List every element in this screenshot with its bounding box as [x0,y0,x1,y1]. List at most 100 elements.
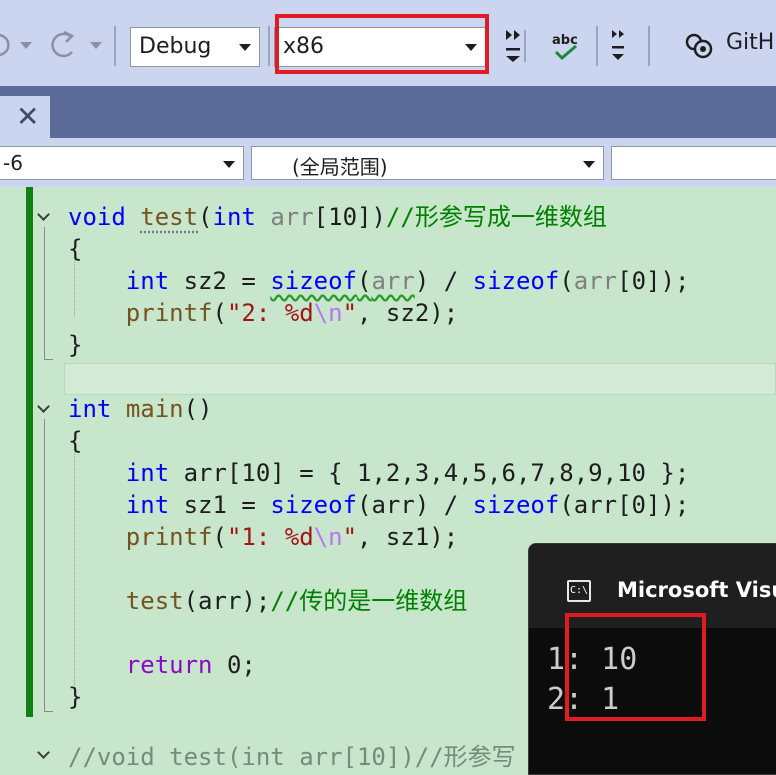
chevron-down-icon [223,161,235,168]
step-over-icon[interactable] [502,26,526,66]
keyword: int [125,459,170,487]
keyword: void [68,203,126,231]
code-text: , sz2); [357,299,459,327]
code-text: , sz1); [357,523,459,551]
keyword: sizeof [472,267,560,295]
project-value: -6 [3,151,23,175]
project-dropdown[interactable]: -6 [0,146,244,180]
fold-collapse-icon[interactable] [37,401,51,415]
output-highlight-box [565,613,706,721]
code-text: sz2 = [169,267,271,295]
keyword: return [125,651,213,679]
navigation-bar: -6 (全局范围) [0,138,776,187]
redo-dropdown-icon[interactable] [90,42,102,50]
keyword: int [68,395,112,423]
function-name: main [125,395,184,423]
toolbar-separator [648,26,650,66]
code-text: ) / [414,267,473,295]
console-title: Microsoft Visu [617,578,776,602]
code-line: test(arr);//传的是一维数组 [68,585,467,617]
fold-line [44,419,45,711]
keyword: int [212,203,256,231]
current-line-highlight [64,363,776,395]
github-label[interactable]: GitH [726,30,774,55]
keyword: sizeof [472,491,560,519]
code-line: int main() [68,393,213,425]
code-text: ( [212,299,227,327]
code-text: { [68,427,83,455]
escape-sequence: \n [313,523,343,551]
code-line: int sz1 = sizeof(arr) / sizeof(arr[0]); [68,489,690,521]
string-literal: "2: %d [226,299,314,327]
code-text: arr [198,587,242,615]
keyword: sizeof [270,491,358,519]
code-text: 0; [212,651,256,679]
code-line: } [68,329,82,361]
code-line: printf("1: %d\n", sz1); [68,521,458,553]
toolbar-separator [268,26,270,66]
code-line: printf("2: %d\n", sz2); [68,297,458,329]
code-text: ); [241,587,271,615]
code-line: { [68,425,82,457]
string-literal: " [342,523,358,551]
terminal-icon: C:\ [567,580,591,602]
code-line: { [68,233,82,265]
keyword: int [125,267,170,295]
close-icon[interactable]: ✕ [16,100,39,133]
configuration-dropdown[interactable]: Debug [130,27,260,67]
github-copilot-icon[interactable] [684,32,714,60]
code-text: (arr[0]); [559,491,690,519]
member-dropdown[interactable] [611,146,776,180]
fold-collapse-icon[interactable] [37,209,51,223]
toolbar-overflow-icon[interactable] [610,28,628,68]
code-text: sz1 = [169,491,271,519]
toolbar: Debug x86 abc GitH [0,0,776,86]
function-name: test [125,587,184,615]
fold-line [44,227,45,359]
escape-sequence: \n [313,299,343,327]
fold-end [44,359,53,360]
code-text: ( [183,587,199,615]
document-tab[interactable]: ✕ [0,96,50,138]
chevron-down-icon [583,161,595,168]
function-name: test [140,203,199,231]
function-name: printf [125,523,213,551]
svg-text:abc: abc [552,33,578,48]
parameter: arr [573,267,618,295]
code-text: { [68,235,83,263]
scope-value: (全局范围) [292,155,388,179]
code-text: [10]) [313,203,386,231]
undo-icon[interactable] [0,30,12,60]
spell-check-icon[interactable]: abc [550,30,582,64]
toolbar-separator [114,26,116,66]
parameter: arr [371,267,415,295]
string-literal: " [342,299,358,327]
comment: //形参写成一维数组 [385,203,607,231]
code-text: ( [559,267,574,295]
keyword: sizeof [270,267,358,295]
fold-end [44,711,53,712]
parameter: arr [270,203,314,231]
fold-collapse-icon[interactable] [37,747,51,761]
code-text: } [68,683,83,711]
code-text: () [183,395,213,423]
code-text: (arr) / [357,491,473,519]
code-line: int arr[10] = { 1,2,3,4,5,6,7,8,9,10 }; [68,457,690,489]
comment: //void test(int arr[10])//形参写 [68,743,516,771]
platform-highlight-box [275,14,489,74]
code-line: //void test(int arr[10])//形参写 [68,741,516,773]
toolbar-separator [596,26,598,66]
function-name: printf [125,299,213,327]
scope-dropdown[interactable]: (全局范围) [251,146,604,180]
code-text: ( [357,267,372,295]
document-tab-strip: ✕ [0,86,776,138]
code-text: [0]); [617,267,690,295]
code-line: void test(int arr[10])//形参写成一维数组 [68,203,607,231]
redo-icon[interactable] [46,28,78,62]
keyword: int [125,491,170,519]
comment: //传的是一维数组 [270,587,468,615]
undo-dropdown-icon[interactable] [20,42,32,50]
string-literal: "1: %d [226,523,314,551]
code-text: } [68,331,83,359]
code-line: int sz2 = sizeof(arr) / sizeof(arr[0]); [68,265,690,297]
